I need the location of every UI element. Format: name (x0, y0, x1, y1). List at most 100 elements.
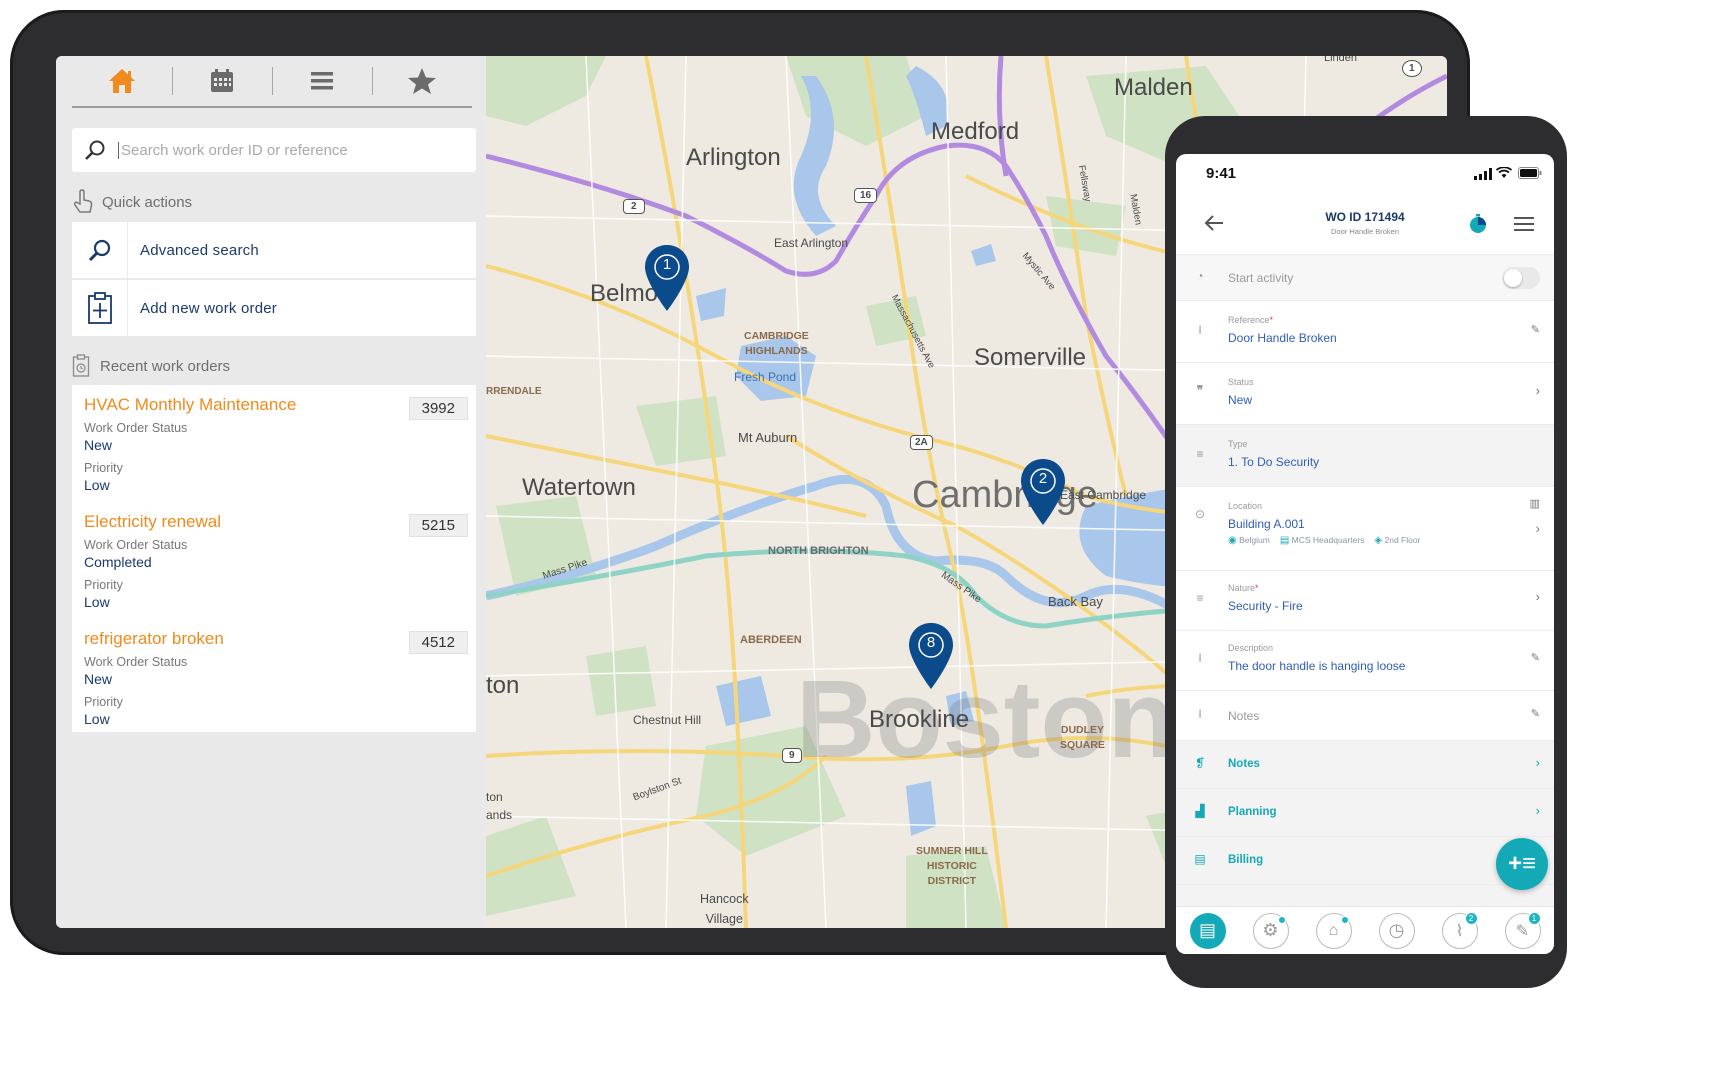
barcode-icon[interactable]: ▥ (1530, 497, 1540, 510)
bottom-nav-history[interactable]: ◷ (1378, 912, 1415, 949)
map-label: Brookline (869, 706, 970, 733)
battery-icon (1518, 167, 1542, 179)
nav-home[interactable] (72, 63, 172, 99)
status-value: Completed (84, 554, 152, 570)
notes-field-row[interactable]: I Notes ✎ (1176, 690, 1554, 740)
map-label: East Cambridge (1060, 488, 1147, 502)
timer-outline-icon: ◔ (1196, 269, 1204, 283)
notification-dot (1277, 915, 1286, 924)
pencil-icon[interactable]: ✎ (1531, 707, 1540, 720)
location-breadcrumb: ◉ Belgium ▤ MCS Headquarters ◈ 2nd Floor (1228, 535, 1421, 546)
bottom-nav-parts[interactable]: ⌂ (1315, 912, 1352, 949)
list-icon: ≡ (1196, 591, 1204, 605)
clock-icon: ◷ (1388, 920, 1405, 940)
bottom-nav-edit[interactable]: ✎ 1 (1504, 911, 1541, 949)
map-label: NORTH BRIGHTON (768, 545, 869, 557)
plus-list-icon: +≡ (1507, 850, 1537, 877)
bottom-nav-attachments[interactable]: ⌇ 2 (1441, 911, 1478, 949)
add-action-button[interactable]: +≡ (1496, 838, 1548, 890)
work-order-header: WO ID 171494 Door Handle Broken (1176, 198, 1554, 254)
chevron-right-icon[interactable]: › (1536, 383, 1540, 398)
start-activity-row: ◔ Start activity (1176, 254, 1554, 300)
map-pin-number: 2 (1038, 470, 1048, 487)
notes-section[interactable]: ❡ Notes › (1176, 740, 1554, 788)
hand-pointer-icon (73, 189, 93, 213)
chevron-right-icon[interactable]: › (1536, 589, 1540, 604)
phone-screen: 9:41 WO ID 171494 Door Handle Broken ◔ S… (1176, 154, 1554, 954)
map-pin[interactable]: 8 (908, 622, 954, 695)
chevron-right-icon[interactable]: › (1536, 521, 1540, 536)
reference-label: Reference* (1228, 315, 1274, 325)
map-label: Somerville (974, 344, 1087, 371)
hamburger-icon (311, 72, 333, 90)
home-icon (109, 69, 135, 93)
list-icon: ≡ (1196, 447, 1204, 461)
text-cursor-icon: I (1198, 323, 1202, 337)
nav-favorites[interactable] (372, 63, 472, 99)
description-label: Description (1228, 643, 1274, 653)
pencil-icon[interactable]: ✎ (1531, 323, 1540, 336)
map-label: Back Bay (1048, 594, 1103, 609)
planning-section-label: Planning (1228, 806, 1277, 818)
phone-device: 9:41 WO ID 171494 Door Handle Broken ◔ S… (1165, 116, 1567, 988)
work-order-item[interactable]: Electricity renewal 5215 Work Order Stat… (84, 512, 468, 610)
start-activity-toggle[interactable] (1502, 267, 1540, 289)
description-row[interactable]: I Description The door handle is hanging… (1176, 630, 1554, 690)
recent-work-orders-title: Recent work orders (100, 357, 231, 375)
search-icon (88, 239, 110, 262)
invoice-icon: ▤ (1194, 852, 1206, 866)
map-pin[interactable]: 1 (644, 244, 690, 317)
advanced-search-action[interactable]: Advanced search (72, 222, 476, 278)
chevron-right-icon[interactable]: › (1536, 803, 1540, 818)
edit-badge: 1 (1527, 911, 1541, 925)
map-pin[interactable]: 2 (1020, 458, 1066, 531)
map-pin-number: 8 (926, 634, 936, 651)
map-label: Hancock Village (700, 892, 749, 926)
reference-row[interactable]: I Reference* Door Handle Broken ✎ (1176, 300, 1554, 362)
quick-actions-header: Quick actions (72, 189, 192, 215)
map-label: Chestnut Hill (633, 713, 702, 727)
edit-icon: ✎ (1515, 922, 1530, 940)
add-work-order-action[interactable]: Add new work order (72, 280, 476, 336)
status-row[interactable]: ❞ Status New › (1176, 362, 1554, 424)
status-label: Work Order Status (84, 421, 188, 435)
star-icon (408, 68, 436, 94)
clipboard-icon: ▤ (1198, 920, 1216, 940)
map-marker-icon (909, 623, 953, 689)
hamburger-icon[interactable] (1514, 216, 1534, 232)
nav-menu[interactable] (272, 63, 372, 99)
start-activity-label: Start activity (1228, 271, 1294, 285)
bottom-nav-details[interactable]: ▤ (1189, 912, 1226, 949)
map-label: CAMBRIDGE HIGHLANDS (744, 330, 809, 357)
map-label: ton (486, 790, 503, 804)
location-value: Building A.001 (1228, 517, 1305, 531)
work-order-item[interactable]: refrigerator broken 4512 Work Order Stat… (84, 629, 468, 727)
map-label: Fresh Pond (734, 370, 797, 384)
map-marker-icon (1021, 459, 1065, 525)
notes-field-label: Notes (1228, 709, 1260, 723)
search-input[interactable] (118, 141, 458, 159)
nature-value: Security - Fire (1228, 599, 1303, 613)
map-marker-icon (645, 245, 689, 311)
work-order-id: 4512 (408, 631, 468, 654)
notes-icon: ❡ (1194, 756, 1206, 770)
status-bar: 9:41 (1176, 154, 1554, 194)
quick-actions-title: Quick actions (102, 193, 193, 211)
work-order-item[interactable]: HVAC Monthly Maintenance 3992 Work Order… (84, 395, 468, 493)
priority-value: Low (84, 594, 110, 610)
planning-section[interactable]: ▟ Planning › (1176, 788, 1554, 836)
globe-icon: ◉ (1228, 535, 1237, 546)
type-row[interactable]: ≡ Type 1. To Do Security (1176, 424, 1554, 486)
nav-calendar[interactable] (172, 63, 272, 99)
location-row[interactable]: ⊙ Location Building A.001 ▥ › ◉ Belgium … (1176, 486, 1554, 570)
pencil-icon[interactable]: ✎ (1531, 651, 1540, 664)
chevron-right-icon[interactable]: › (1536, 755, 1540, 770)
timer-icon[interactable] (1468, 214, 1488, 234)
status-label: Status (1228, 377, 1254, 387)
bottom-nav-settings[interactable]: ⚙ (1252, 912, 1289, 949)
nature-row[interactable]: ≡ Nature* Security - Fire › (1176, 570, 1554, 630)
map-label: Linden (1324, 56, 1358, 64)
quote-icon: ❞ (1196, 383, 1204, 397)
type-label: Type (1228, 439, 1248, 449)
map-label: Mt Auburn (738, 430, 798, 445)
